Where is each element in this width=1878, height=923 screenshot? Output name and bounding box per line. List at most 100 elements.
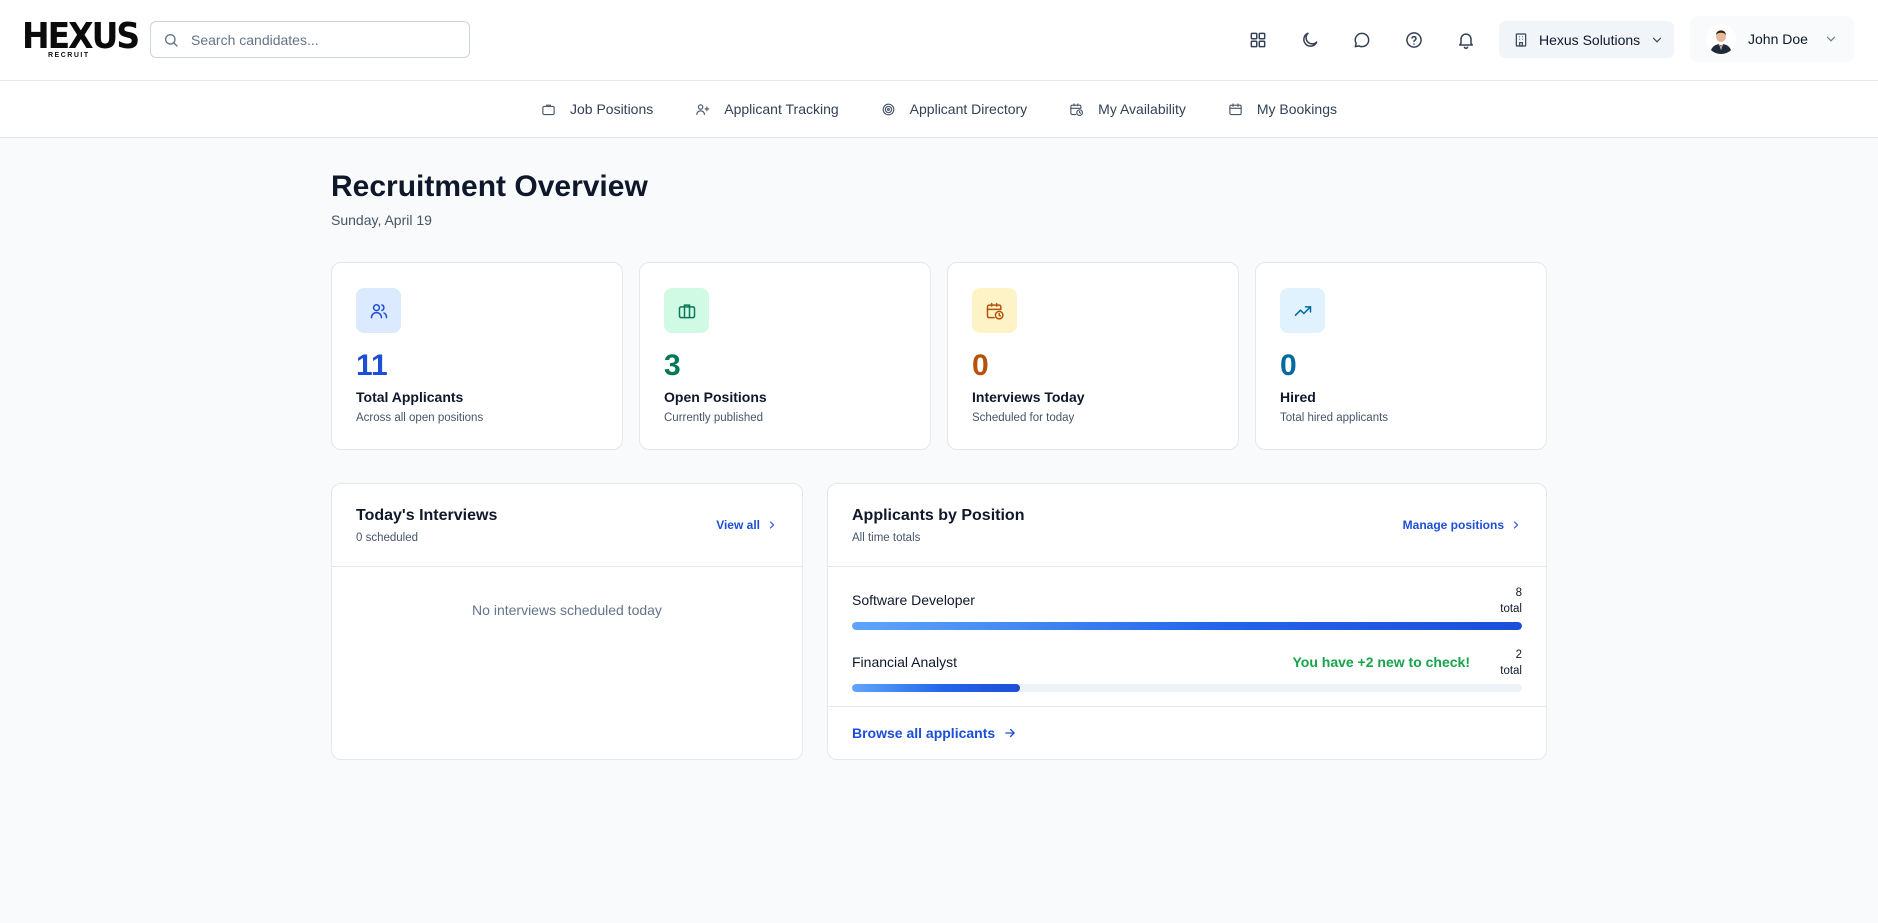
stat-sublabel: Scheduled for today [972, 412, 1075, 424]
help-button[interactable] [1399, 25, 1429, 55]
chevron-down-icon [1826, 36, 1836, 42]
nav-applicant-directory[interactable]: Applicant Directory [881, 101, 1028, 117]
nav-my-availability[interactable]: My Availability [1069, 101, 1186, 117]
nav-label: My Availability [1098, 101, 1186, 117]
stat-sublabel: Currently published [664, 412, 764, 424]
stat-icon-box [1280, 288, 1325, 333]
progress-fill [852, 622, 1522, 630]
notifications-button[interactable] [1451, 25, 1481, 55]
chat-icon [1354, 32, 1370, 48]
stat-icon-box [972, 288, 1017, 333]
position-count-unit: total [1500, 665, 1522, 677]
panel-subtitle: 0 scheduled [356, 532, 419, 544]
user-menu[interactable]: John Doe [1690, 16, 1854, 62]
nav-label: Job Positions [569, 101, 654, 117]
panel-title: Applicants by Position [852, 507, 1025, 524]
main-nav: Job Positions Applicant Tracking Applica… [0, 81, 1878, 138]
company-switcher[interactable]: Hexus Solutions [1499, 21, 1674, 58]
panel-header: Today's Interviews 0 scheduled View all [332, 484, 802, 567]
search-box[interactable] [150, 21, 470, 58]
stat-sublabel: Total hired applicants [1280, 412, 1389, 424]
search-input[interactable] [191, 31, 451, 48]
briefcase-icon [542, 104, 555, 115]
hexus-logo[interactable]: HEXUS RECRUIT [22, 14, 140, 60]
position-name: Software Developer [852, 592, 975, 608]
calendar-icon [1229, 102, 1242, 115]
position-count-unit: total [1500, 603, 1522, 615]
progress-track [852, 622, 1522, 630]
bell-icon [1459, 33, 1473, 50]
divider [828, 706, 1546, 707]
user-plus-icon [696, 103, 710, 115]
position-count-value: 2 [1515, 649, 1522, 661]
calendar-clock-icon [1070, 102, 1084, 116]
nav-job-positions[interactable]: Job Positions [541, 101, 653, 117]
nav-label: My Bookings [1256, 101, 1337, 117]
stat-label: Open Positions [664, 389, 767, 405]
page-title: Recruitment Overview [331, 170, 648, 203]
logo-wordmark: HEXUS [22, 14, 140, 57]
progress-track [852, 684, 1522, 692]
nav-my-bookings[interactable]: My Bookings [1228, 101, 1337, 117]
panel-title: Today's Interviews [356, 507, 498, 524]
user-avatar-icon [1706, 24, 1736, 54]
chevron-down-icon [1653, 37, 1662, 43]
building-icon [1515, 32, 1527, 47]
stat-value: 0 [972, 349, 989, 382]
link-label: View all [716, 518, 760, 532]
company-name: Hexus Solutions [1539, 31, 1641, 48]
todays-interviews-panel: Today's Interviews 0 scheduled View all … [331, 483, 803, 760]
calendar-clock-icon [986, 302, 1004, 320]
link-label: Manage positions [1402, 518, 1504, 532]
messages-button[interactable] [1347, 25, 1377, 55]
theme-toggle-button[interactable] [1295, 25, 1325, 55]
trending-up-icon [1294, 305, 1311, 316]
stat-icon-box [664, 288, 709, 333]
stat-card-hired[interactable]: 0 Hired Total hired applicants [1255, 262, 1547, 450]
apps-grid-button[interactable] [1243, 25, 1273, 55]
stat-label: Hired [1280, 389, 1316, 405]
stat-card-total-applicants[interactable]: 11 Total Applicants Across all open posi… [331, 262, 623, 450]
stat-card-open-positions[interactable]: 3 Open Positions Currently published [639, 262, 931, 450]
avatar [1706, 24, 1736, 54]
position-row-software-developer[interactable]: Software Developer 8 total [852, 585, 1522, 637]
manage-positions-link[interactable]: Manage positions [1403, 518, 1522, 532]
stat-label: Interviews Today [972, 389, 1085, 405]
stat-label: Total Applicants [356, 389, 464, 405]
applicants-by-position-panel: Applicants by Position All time totals M… [827, 483, 1547, 760]
stat-value: 0 [1280, 349, 1297, 382]
target-icon [882, 103, 895, 115]
logo-subtitle: RECRUIT [48, 52, 90, 59]
search-icon [165, 33, 178, 47]
nav-applicant-tracking[interactable]: Applicant Tracking [695, 101, 839, 117]
browse-all-applicants-link[interactable]: Browse all applicants [852, 725, 1017, 741]
grid-icon [1250, 32, 1266, 48]
stat-icon-box [356, 288, 401, 333]
top-bar: HEXUS RECRUIT Hexus Solutions [0, 0, 1878, 81]
position-row-financial-analyst[interactable]: Financial Analyst You have +2 new to che… [852, 647, 1522, 699]
progress-fill [852, 684, 1020, 692]
user-name: John Doe [1748, 31, 1808, 47]
help-icon [1406, 32, 1422, 48]
stat-value: 3 [664, 349, 681, 382]
briefcase-icon [678, 303, 695, 318]
stat-value: 11 [356, 349, 388, 382]
link-label: Browse all applicants [852, 725, 996, 741]
stat-sublabel: Across all open positions [356, 412, 484, 424]
arrow-right-icon [1005, 728, 1015, 738]
nav-label: Applicant Directory [909, 101, 1028, 117]
chevron-right-icon [769, 521, 775, 529]
stat-card-interviews-today[interactable]: 0 Interviews Today Scheduled for today [947, 262, 1239, 450]
new-applicants-notice[interactable]: You have +2 new to check! [1292, 654, 1470, 670]
nav-label: Applicant Tracking [724, 101, 839, 117]
panel-header: Applicants by Position All time totals M… [828, 484, 1546, 567]
view-all-link[interactable]: View all [716, 518, 778, 532]
moon-icon [1303, 32, 1318, 47]
page-date: Sunday, April 19 [331, 212, 432, 228]
panel-subtitle: All time totals [852, 532, 921, 544]
position-count-value: 8 [1515, 587, 1522, 599]
chevron-right-icon [1513, 521, 1519, 529]
position-name: Financial Analyst [852, 654, 958, 670]
position-count: 2 total [1500, 647, 1522, 679]
position-count: 8 total [1500, 585, 1522, 617]
